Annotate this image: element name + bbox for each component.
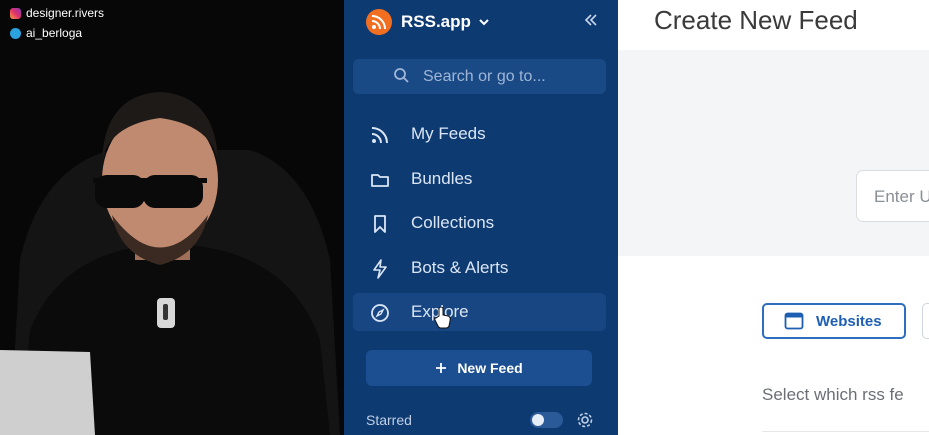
starred-label: Starred [366, 412, 412, 428]
sidebar-item-bots-alerts[interactable]: Bots & Alerts [353, 249, 606, 287]
sidebar-item-label: Bundles [411, 169, 473, 188]
brand-name: RSS.app [401, 12, 471, 31]
gear-icon[interactable] [576, 411, 594, 429]
folder-icon [371, 174, 389, 187]
sidebar-item-explore[interactable]: Explore [353, 293, 606, 331]
instagram-icon [10, 7, 21, 19]
hand-cursor-icon [434, 307, 451, 329]
sidebar-item-collections[interactable]: Collections [353, 204, 606, 242]
plus-icon [436, 363, 447, 373]
tab-next[interactable] [922, 303, 929, 339]
rss-icon [371, 127, 388, 144]
new-feed-label: New Feed [457, 360, 523, 376]
hero-section [618, 50, 929, 256]
bookmark-icon [374, 215, 386, 233]
sidebar-item-label: Collections [411, 213, 495, 232]
telegram-handle: ai_berloga [10, 26, 82, 40]
telegram-icon [10, 27, 21, 39]
search-input[interactable]: Search or go to... [353, 59, 606, 94]
chevron-down-icon [479, 19, 489, 26]
tab-websites-label: Websites [816, 312, 882, 330]
instagram-handle: designer.rivers [10, 6, 104, 20]
sidebar: RSS.app Search or go to... My Feeds Bund… [344, 0, 618, 435]
starred-toggle[interactable] [530, 412, 563, 428]
sidebar-item-label: My Feeds [411, 124, 486, 143]
search-icon [394, 68, 409, 83]
tab-websites[interactable]: Websites [762, 303, 906, 339]
collapse-sidebar-icon[interactable] [584, 12, 598, 30]
divider [762, 431, 929, 432]
sidebar-item-label: Bots & Alerts [411, 258, 509, 277]
page-title: Create New Feed [654, 5, 858, 35]
compass-icon [371, 304, 389, 322]
sidebar-item-bundles[interactable]: Bundles [353, 160, 606, 198]
browser-window-icon [784, 312, 804, 330]
webcam-area: designer.rivers ai_berloga [0, 0, 344, 435]
sidebar-item-my-feeds[interactable]: My Feeds [353, 115, 606, 153]
main-content: Create New Feed Enter U Websites Select … [618, 0, 929, 435]
presenter-video [0, 92, 340, 435]
toggle-knob [532, 414, 544, 426]
url-input[interactable]: Enter U [856, 170, 929, 222]
lightning-icon [373, 259, 387, 279]
workspace-switcher[interactable]: RSS.app [366, 9, 490, 35]
search-placeholder: Search or go to... [423, 67, 546, 85]
new-feed-button[interactable]: New Feed [366, 350, 592, 386]
rss-logo-icon [366, 9, 392, 35]
select-rss-text: Select which rss fe [762, 385, 904, 404]
